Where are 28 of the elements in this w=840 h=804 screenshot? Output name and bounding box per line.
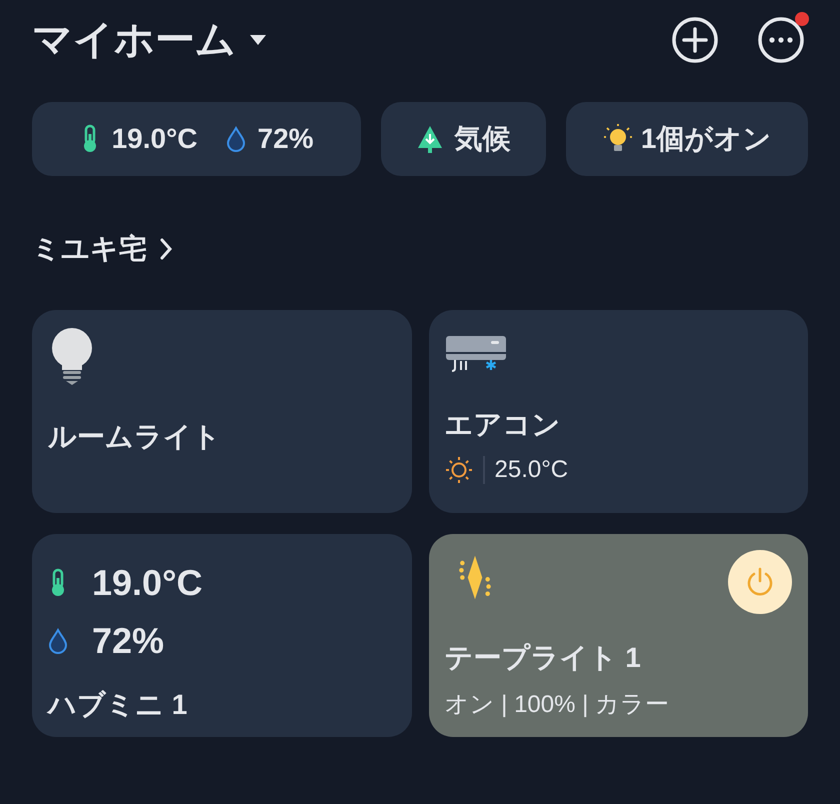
temperature-text: 19.0°C	[112, 122, 198, 156]
humidity-text: 72%	[258, 122, 314, 156]
climate-label: 気候	[454, 122, 511, 156]
climate-chip[interactable]: 気候	[381, 102, 546, 176]
more-icon[interactable]	[757, 16, 805, 64]
chevron-right-icon[interactable]	[159, 237, 173, 261]
device-card[interactable]: ルームライト	[32, 310, 412, 513]
home-title[interactable]: マイホーム	[32, 10, 236, 70]
add-icon[interactable]	[671, 16, 719, 64]
water-drop-icon	[226, 126, 246, 152]
lights-on-chip[interactable]: 1個がオン	[566, 102, 808, 176]
setpoint-text: 25.0°C	[494, 455, 568, 485]
section-title[interactable]: ミユキ宅	[32, 228, 147, 270]
device-name: ハブミニ 1	[48, 688, 188, 722]
device-status: オン | 100% | カラー	[444, 690, 670, 720]
device-card[interactable]: エアコン 25.0°C	[428, 310, 808, 513]
device-name: エアコン	[444, 408, 562, 442]
humidity-text: 72%	[92, 619, 164, 663]
water-drop-icon	[48, 628, 68, 654]
device-card[interactable]: テープライト 1 オン | 100% | カラー	[428, 534, 808, 737]
temperature-text: 19.0°C	[92, 561, 202, 605]
device-card[interactable]: 19.0°C 72% ハブミニ 1	[32, 534, 412, 737]
climate-summary-chip[interactable]: 19.0°C 72%	[32, 102, 362, 176]
device-name: テープライト 1	[444, 641, 642, 675]
lights-on-label: 1個がオン	[640, 122, 772, 156]
device-name: ルームライト	[48, 420, 222, 454]
dropdown-caret-icon[interactable]	[248, 33, 268, 47]
tree-icon	[416, 124, 443, 154]
